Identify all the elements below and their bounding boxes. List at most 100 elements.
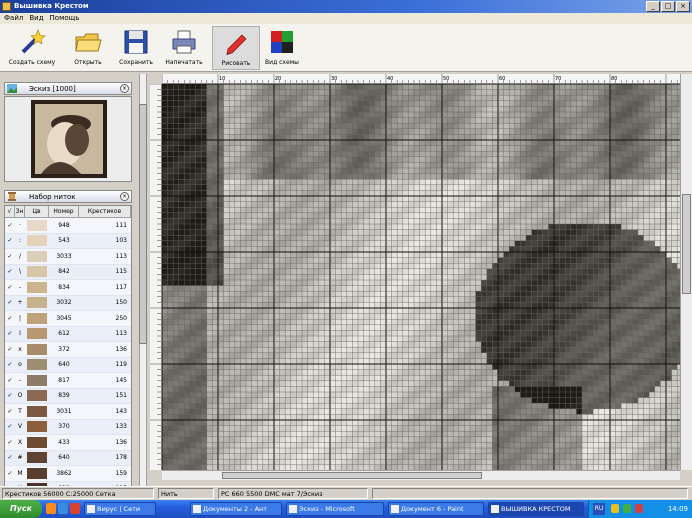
col-count[interactable]: Крестиков xyxy=(79,206,131,217)
minimize-button[interactable]: _ xyxy=(646,1,660,12)
tool-label: Рисовать xyxy=(221,60,251,67)
check-icon[interactable]: ✓ xyxy=(5,423,15,430)
task-label: Вирус | Сети xyxy=(97,505,141,513)
status-empty xyxy=(372,488,688,499)
thread-code: 3033 xyxy=(56,252,72,260)
scheme-view-button[interactable]: Вид схемы xyxy=(258,26,306,70)
language-indicator[interactable]: RU xyxy=(593,503,605,515)
close-icon[interactable]: × xyxy=(120,84,129,93)
palette-row[interactable]: ✓ #640 178 xyxy=(5,450,131,466)
panel-splitter[interactable] xyxy=(136,74,150,486)
check-icon[interactable]: ✓ xyxy=(5,268,15,275)
browser-icon[interactable] xyxy=(58,503,68,514)
check-icon[interactable]: ✓ xyxy=(5,222,15,229)
palette-row[interactable]: ✓ M 3862 159 xyxy=(5,466,131,482)
ruler-number: 70 xyxy=(555,76,561,82)
check-icon[interactable]: ✓ xyxy=(5,361,15,368)
create-scheme-button[interactable]: Создать схему xyxy=(8,26,56,70)
check-icon[interactable]: ✓ xyxy=(5,330,15,337)
horizontal-scrollbar[interactable] xyxy=(162,470,680,480)
palette-row[interactable]: ✓ I 612 113 xyxy=(5,326,131,342)
preview-image-box xyxy=(4,96,132,182)
palette-row[interactable]: ✓ | 3045 250 xyxy=(5,311,131,327)
menu-help[interactable]: Помощь xyxy=(50,13,80,24)
col-code[interactable]: Номер xyxy=(49,206,79,217)
status-info: PC 660 5500 DMC мат 7/Эскиз xyxy=(218,488,368,499)
palette-row[interactable]: ✓ O 839 151 xyxy=(5,388,131,404)
palette-row[interactable]: ✓ T 3031 143 xyxy=(5,404,131,420)
taskbar-item-5[interactable]: ВЫШИВКА КРЕСТОМ xyxy=(488,502,584,516)
thread-symbol: | xyxy=(18,314,22,322)
firefox-icon[interactable] xyxy=(46,503,56,514)
close-button[interactable]: × xyxy=(676,1,690,12)
left-scrollbar-thumb[interactable] xyxy=(139,104,147,344)
thread-color-swatch xyxy=(27,359,47,371)
check-icon[interactable]: ✓ xyxy=(5,439,15,446)
print-button[interactable]: Напечатать xyxy=(160,26,208,70)
vertical-scrollbar[interactable] xyxy=(680,74,692,470)
maximize-button[interactable]: □ xyxy=(661,1,675,12)
task-label: ВЫШИВКА КРЕСТОМ xyxy=(501,505,571,513)
thread-color-swatch xyxy=(27,343,47,355)
check-icon[interactable]: ✓ xyxy=(5,408,15,415)
col-check[interactable]: √ xyxy=(5,206,15,217)
palette-row[interactable]: ✓ o 640 119 xyxy=(5,357,131,373)
palette-row[interactable]: ✓ X 433 136 xyxy=(5,435,131,451)
thread-color-swatch xyxy=(27,452,47,464)
pattern-grid[interactable] xyxy=(161,83,683,471)
system-tray: RU 14:09 xyxy=(588,500,692,518)
palette-row[interactable]: ✓ · 948 111 xyxy=(5,218,131,234)
save-button[interactable]: Сохранить xyxy=(112,26,160,70)
close-icon[interactable]: × xyxy=(120,192,129,201)
thread-symbol: · xyxy=(19,221,21,229)
menu-view[interactable]: Вид xyxy=(29,13,43,24)
tray-icon[interactable] xyxy=(635,504,643,513)
open-button[interactable]: Открыть xyxy=(64,26,112,70)
check-icon[interactable]: ✓ xyxy=(5,470,15,477)
thread-symbol: o xyxy=(18,361,22,369)
check-icon[interactable]: ✓ xyxy=(5,392,15,399)
tray-icon[interactable] xyxy=(623,504,631,513)
task-label: Документы 2 - Ант xyxy=(203,505,268,513)
check-icon[interactable]: ✓ xyxy=(5,237,15,244)
preview-thumbnail[interactable] xyxy=(31,100,107,178)
taskbar-item-2[interactable]: Документы 2 - Ант xyxy=(190,502,282,516)
thread-code: 948 xyxy=(58,221,70,229)
opera-icon[interactable] xyxy=(70,503,80,514)
palette-header-row: √ Зн Цв Номер Крестиков xyxy=(5,206,131,218)
vertical-scrollbar-thumb[interactable] xyxy=(682,194,691,294)
thread-code: 372 xyxy=(58,345,70,353)
tray-icon[interactable] xyxy=(611,504,619,513)
top-ruler: 10 20 30 40 50 60 70 80 xyxy=(162,74,680,84)
pattern-canvas[interactable] xyxy=(161,83,683,471)
check-icon[interactable]: ✓ xyxy=(5,454,15,461)
check-icon[interactable]: ✓ xyxy=(5,299,15,306)
stitch-count: 115 xyxy=(115,268,127,276)
palette-row[interactable]: ✓ - 834 117 xyxy=(5,280,131,296)
horizontal-scrollbar-thumb[interactable] xyxy=(222,472,482,479)
check-icon[interactable]: ✓ xyxy=(5,377,15,384)
ruler-number: 60 xyxy=(499,76,505,82)
palette-row[interactable]: ✓ V 370 133 xyxy=(5,419,131,435)
thread-color-swatch xyxy=(27,467,47,479)
taskbar-item-1[interactable]: Вирус | Сети xyxy=(84,502,156,516)
palette-row[interactable]: ✓ +3032 150 xyxy=(5,295,131,311)
taskbar-item-3[interactable]: Эскиз - Microsoft xyxy=(286,502,384,516)
status-stitches: Крестиков 56000 С:25000 Сетка xyxy=(2,488,154,499)
draw-button[interactable]: Рисовать xyxy=(212,26,260,70)
menu-file[interactable]: Файл xyxy=(4,13,23,24)
palette-row[interactable]: ✓/ 3033 113 xyxy=(5,249,131,265)
palette-row[interactable]: ✓ - 817 145 xyxy=(5,373,131,389)
palette-row[interactable]: ✓ x 372 136 xyxy=(5,342,131,358)
stitch-count: 143 xyxy=(115,407,127,415)
check-icon[interactable]: ✓ xyxy=(5,315,15,322)
palette-row[interactable]: ✓: 543 103 xyxy=(5,233,131,249)
palette-row[interactable]: ✓ \ 842 115 xyxy=(5,264,131,280)
taskbar-item-4[interactable]: Документ 6 - Paint xyxy=(388,502,484,516)
start-button[interactable]: Пуск xyxy=(0,500,42,518)
col-symbol[interactable]: Зн xyxy=(15,206,25,217)
col-color[interactable]: Цв xyxy=(25,206,49,217)
check-icon[interactable]: ✓ xyxy=(5,253,15,260)
check-icon[interactable]: ✓ xyxy=(5,346,15,353)
check-icon[interactable]: ✓ xyxy=(5,284,15,291)
